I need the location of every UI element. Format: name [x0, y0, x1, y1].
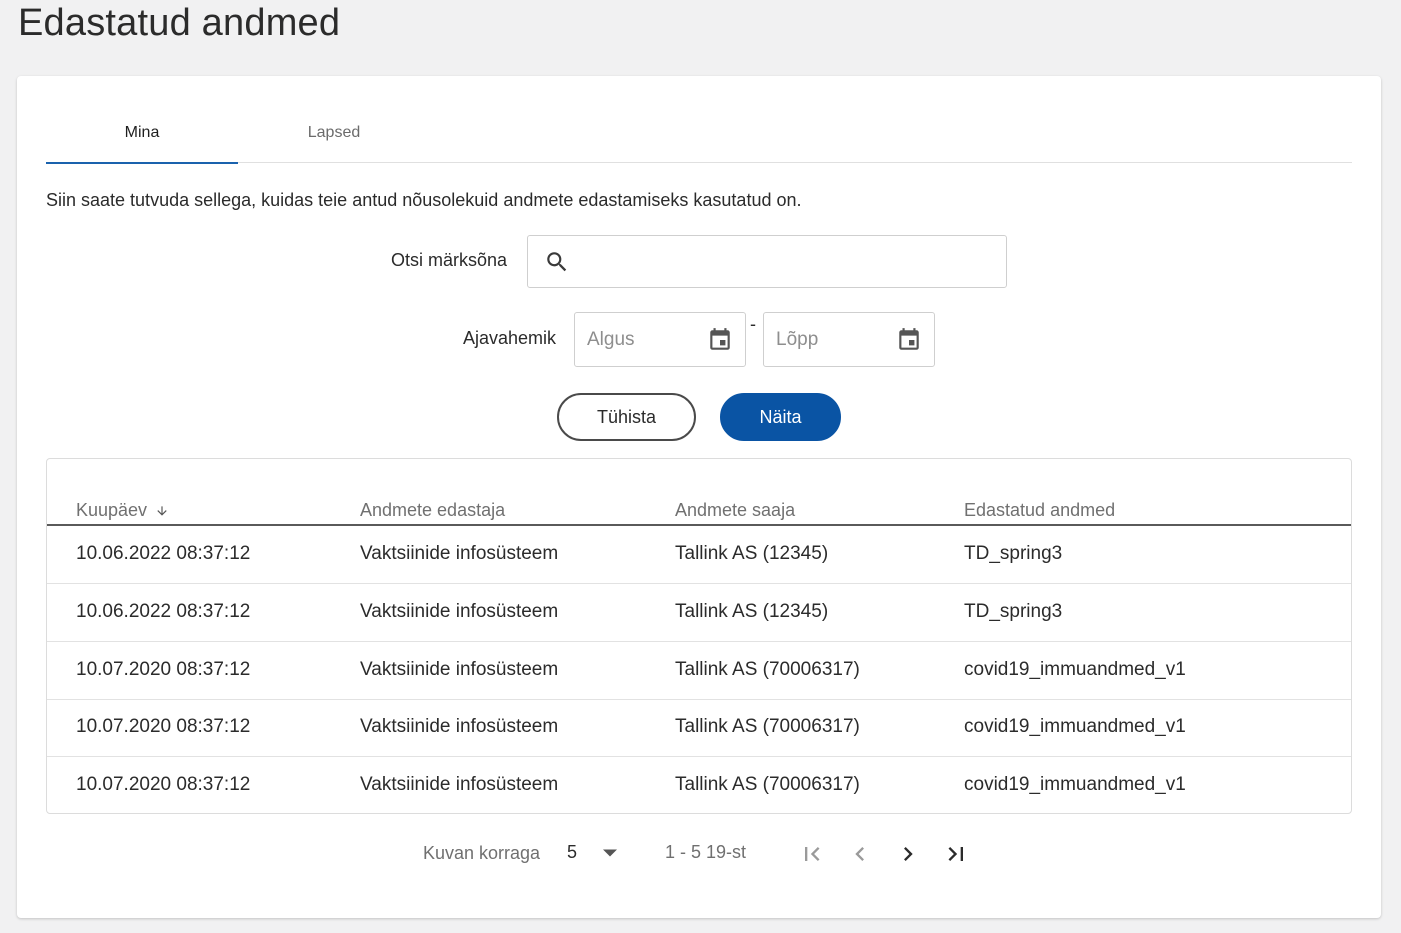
end-date-input[interactable] — [776, 328, 886, 351]
cell-sender: Vaktsiinide infosüsteem — [360, 543, 559, 564]
table-row: 10.06.2022 08:37:12 Vaktsiinide infosüst… — [47, 526, 1351, 584]
cell-sender: Vaktsiinide infosüsteem — [360, 659, 559, 680]
cell-date: 10.07.2020 08:37:12 — [76, 774, 251, 795]
cell-data: covid19_immuandmed_v1 — [964, 774, 1186, 795]
calendar-icon[interactable] — [707, 326, 733, 354]
cell-recipient: Tallink AS (12345) — [675, 543, 829, 564]
cell-recipient: Tallink AS (70006317) — [675, 716, 860, 737]
cancel-button[interactable]: Tühista — [557, 393, 696, 441]
cell-data: TD_spring3 — [964, 543, 1063, 564]
cell-date: 10.06.2022 08:37:12 — [76, 543, 251, 564]
cell-recipient: Tallink AS (12345) — [675, 601, 829, 622]
tab-lapsed[interactable]: Lapsed — [238, 103, 430, 163]
next-page-icon[interactable] — [894, 840, 922, 868]
search-label: Otsi märksõna — [391, 250, 508, 270]
end-date-field[interactable] — [763, 312, 935, 367]
date-separator: - — [750, 314, 756, 334]
column-header-date[interactable]: Kuupäev — [76, 500, 169, 521]
tab-bar: Mina Lapsed — [46, 103, 1352, 164]
cell-data: covid19_immuandmed_v1 — [964, 716, 1186, 737]
tab-mina[interactable]: Mina — [46, 103, 238, 164]
start-date-input[interactable] — [587, 328, 697, 351]
table-row: 10.06.2022 08:37:12 Vaktsiinide infosüst… — [47, 584, 1351, 642]
page-size-select[interactable]: 5 — [567, 842, 577, 863]
first-page-icon[interactable] — [798, 840, 826, 868]
cell-sender: Vaktsiinide infosüsteem — [360, 716, 559, 737]
page-title: Edastatud andmed — [18, 2, 341, 44]
search-icon — [547, 251, 567, 271]
cell-data: TD_spring3 — [964, 601, 1063, 622]
cell-sender: Vaktsiinide infosüsteem — [360, 774, 559, 795]
cell-data: covid19_immuandmed_v1 — [964, 659, 1186, 680]
main-card: Mina Lapsed Siin saate tutvuda sellega, … — [17, 76, 1381, 918]
arrow-down-icon — [157, 505, 167, 516]
cell-date: 10.07.2020 08:37:12 — [76, 716, 251, 737]
page-range-label: 1 - 5 19-st — [665, 842, 747, 862]
table-row: 10.07.2020 08:37:12 Vaktsiinide infosüst… — [47, 699, 1351, 757]
chevron-down-icon[interactable] — [603, 848, 617, 858]
column-header-sender[interactable]: Andmete edastaja — [360, 500, 505, 521]
start-date-field[interactable] — [574, 312, 746, 367]
table-row: 10.07.2020 08:37:12 Vaktsiinide infosüst… — [47, 757, 1351, 813]
previous-page-icon[interactable] — [846, 840, 874, 868]
intro-text: Siin saate tutvuda sellega, kuidas teie … — [46, 190, 802, 210]
cell-recipient: Tallink AS (70006317) — [675, 659, 860, 680]
cell-date: 10.07.2020 08:37:12 — [76, 659, 251, 680]
date-range-label: Ajavahemik — [463, 328, 557, 348]
column-header-recipient[interactable]: Andmete saaja — [675, 500, 795, 521]
cell-sender: Vaktsiinide infosüsteem — [360, 601, 559, 622]
search-input[interactable] — [578, 236, 1006, 287]
page-size-label: Kuvan korraga — [423, 843, 541, 863]
show-button[interactable]: Näita — [720, 393, 841, 441]
cell-recipient: Tallink AS (70006317) — [675, 774, 860, 795]
column-header-data[interactable]: Edastatud andmed — [964, 500, 1115, 521]
data-table: Kuupäev Andmete edastaja Andmete saaja E… — [46, 458, 1352, 814]
cell-date: 10.06.2022 08:37:12 — [76, 601, 251, 622]
table-header: Kuupäev Andmete edastaja Andmete saaja E… — [47, 459, 1351, 526]
calendar-icon[interactable] — [896, 326, 922, 354]
table-row: 10.07.2020 08:37:12 Vaktsiinide infosüst… — [47, 642, 1351, 700]
search-field[interactable] — [527, 235, 1007, 288]
paginator: Kuvan korraga 5 1 - 5 19-st — [17, 836, 1381, 868]
last-page-icon[interactable] — [942, 840, 970, 868]
